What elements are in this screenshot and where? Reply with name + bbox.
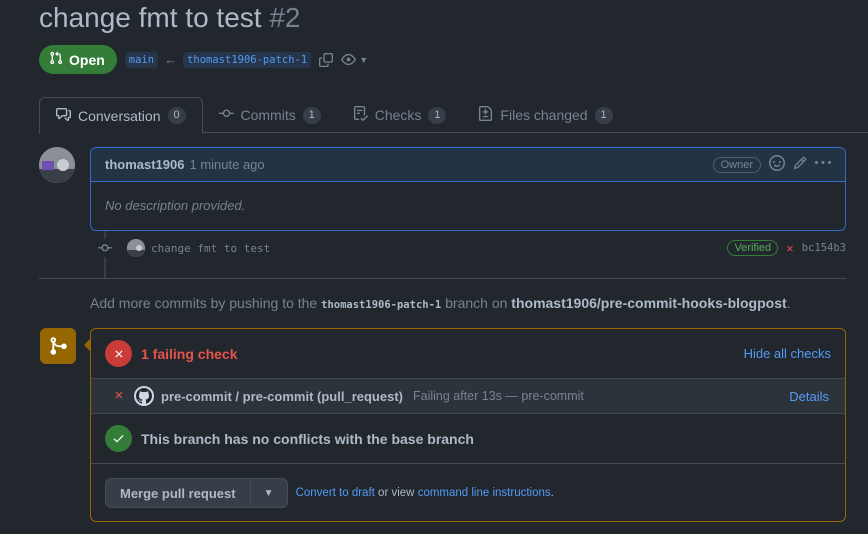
triangle-down-icon: ▼ bbox=[263, 487, 274, 499]
chevron-down-icon: ▼ bbox=[359, 54, 369, 65]
copy-icon[interactable] bbox=[319, 52, 334, 67]
hide-checks-link[interactable]: Hide all checks bbox=[744, 346, 831, 361]
comment-time[interactable]: 1 minute ago bbox=[189, 157, 264, 172]
avatar[interactable] bbox=[39, 147, 75, 183]
merge-actions-row: Merge pull request ▼ Convert to draft or… bbox=[91, 464, 845, 521]
merge-options-button[interactable]: ▼ bbox=[251, 479, 287, 507]
convert-to-draft-link[interactable]: Convert to draft bbox=[296, 487, 375, 499]
hint-middle: branch on bbox=[445, 295, 508, 311]
arrow-left-icon: ← bbox=[164, 52, 178, 67]
details-link[interactable]: Details bbox=[789, 389, 829, 404]
base-branch[interactable]: main bbox=[124, 51, 159, 68]
head-branch[interactable]: thomast1906-patch-1 bbox=[183, 51, 312, 68]
smiley-icon[interactable] bbox=[769, 155, 785, 174]
comment-discussion-icon bbox=[56, 107, 71, 125]
tab-checks[interactable]: Checks 1 bbox=[337, 97, 463, 133]
command-line-instructions-link[interactable]: command line instructions bbox=[418, 487, 551, 499]
comment-author[interactable]: thomast1906 bbox=[105, 157, 184, 172]
check-icon bbox=[105, 425, 132, 452]
tab-files-changed-label: Files changed bbox=[500, 107, 588, 123]
hint-prefix: Add more commits by pushing to the bbox=[90, 295, 318, 311]
comment-box: thomast1906 1 minute ago Owner No descri… bbox=[90, 147, 846, 231]
git-branch-icon bbox=[40, 328, 76, 364]
tab-checks-label: Checks bbox=[374, 107, 422, 123]
state-badge: Open bbox=[39, 45, 117, 74]
check-row: pre-commit / pre-commit (pull_request) F… bbox=[91, 379, 845, 414]
merge-box: 1 failing check Hide all checks pre-comm… bbox=[90, 328, 846, 522]
or-view-text: or view bbox=[378, 487, 415, 499]
hint-suffix: . bbox=[786, 295, 791, 311]
x-icon bbox=[105, 340, 132, 367]
x-icon bbox=[113, 389, 125, 404]
commit-avatar[interactable] bbox=[127, 239, 145, 257]
check-status: Failing after 13s — pre-commit bbox=[412, 389, 584, 403]
pr-title: change fmt to test #2 bbox=[39, 2, 301, 34]
merge-note: Convert to draft or view command line in… bbox=[296, 487, 554, 499]
checklist-icon bbox=[353, 106, 368, 124]
tab-conversation[interactable]: Conversation 0 bbox=[39, 97, 203, 134]
checks-summary-row: 1 failing check Hide all checks bbox=[91, 329, 845, 379]
tab-checks-count: 1 bbox=[428, 106, 447, 124]
divider bbox=[39, 278, 846, 279]
tab-files-changed[interactable]: Files changed 1 bbox=[462, 97, 628, 133]
merge-pull-request-button[interactable]: Merge pull request bbox=[106, 479, 251, 507]
hint-repo: thomast1906/pre-commit-hooks-blogpost bbox=[511, 295, 787, 311]
tab-commits-label: Commits bbox=[240, 107, 296, 123]
git-commit-icon bbox=[96, 239, 114, 257]
push-hint: Add more commits by pushing to the thoma… bbox=[90, 295, 791, 311]
state-label: Open bbox=[69, 51, 105, 68]
no-conflicts-text: This branch has no conflicts with the ba… bbox=[141, 430, 474, 447]
merge-button-group: Merge pull request ▼ bbox=[105, 478, 288, 508]
comment-body: No description provided. bbox=[105, 198, 246, 213]
check-name: pre-commit / pre-commit (pull_request) bbox=[161, 388, 403, 404]
pencil-icon[interactable] bbox=[793, 156, 807, 173]
commit-meta: Verified × bc154b3 bbox=[727, 240, 846, 256]
pr-number: #2 bbox=[269, 2, 301, 33]
pr-title-text: change fmt to test bbox=[39, 2, 262, 33]
failing-checks-summary: 1 failing check bbox=[141, 345, 238, 362]
tab-conversation-count: 0 bbox=[167, 107, 186, 124]
hint-branch: thomast1906-patch-1 bbox=[321, 299, 442, 311]
verified-badge[interactable]: Verified bbox=[727, 240, 779, 256]
conflict-row: This branch has no conflicts with the ba… bbox=[91, 414, 845, 464]
comment-actions: Owner bbox=[712, 155, 831, 174]
kebab-icon[interactable] bbox=[815, 155, 831, 174]
tab-files-changed-count: 1 bbox=[594, 106, 613, 124]
owner-badge: Owner bbox=[712, 156, 761, 173]
commit-sha[interactable]: bc154b3 bbox=[802, 242, 846, 254]
merge-note-period: . bbox=[550, 487, 554, 499]
pr-meta: Open main ← thomast1906-patch-1 ▼ bbox=[39, 45, 368, 74]
tab-commits[interactable]: Commits 1 bbox=[203, 97, 337, 133]
comment-header: thomast1906 1 minute ago Owner bbox=[91, 148, 845, 182]
commit-message[interactable]: change fmt to test bbox=[151, 242, 270, 255]
x-icon[interactable]: × bbox=[786, 241, 794, 256]
tab-commits-count: 1 bbox=[302, 106, 321, 124]
file-diff-icon bbox=[478, 106, 493, 124]
pr-tabs: Conversation 0 Commits 1 Checks 1 Files … bbox=[39, 97, 868, 134]
git-commit-icon bbox=[218, 106, 234, 124]
commit-row: change fmt to test Verified × bc154b3 bbox=[96, 236, 846, 260]
git-pull-request-icon bbox=[49, 51, 63, 68]
tab-conversation-label: Conversation bbox=[78, 107, 161, 124]
eye-icon[interactable]: ▼ bbox=[341, 52, 368, 67]
github-icon bbox=[134, 386, 154, 406]
